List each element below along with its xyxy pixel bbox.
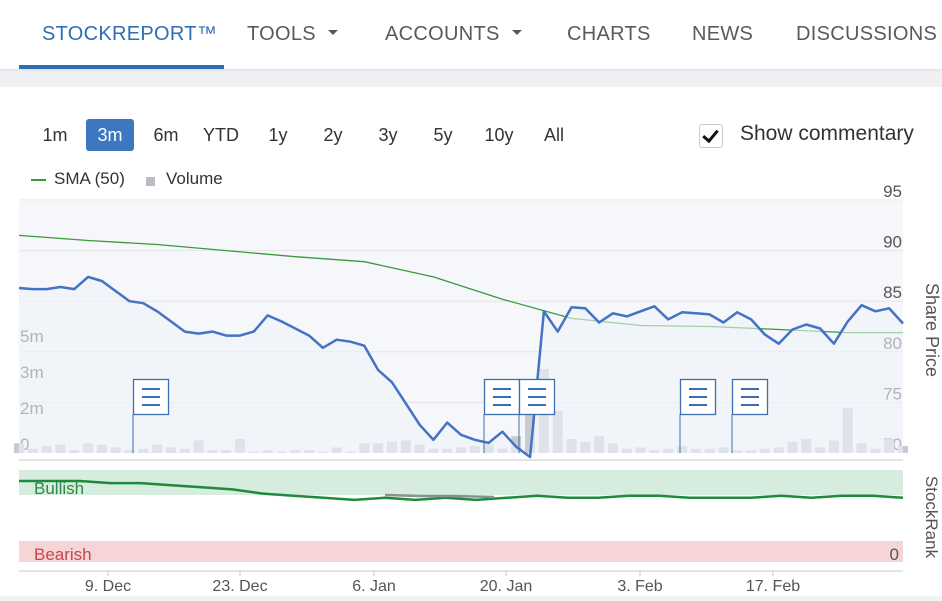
x-tick-label: 17. Feb <box>746 578 800 595</box>
x-tick-label: 23. Dec <box>212 578 267 595</box>
price-tick-label: 95 <box>883 182 902 201</box>
bearish-label: Bearish <box>34 545 92 564</box>
x-tick-label: 6. Jan <box>352 578 396 595</box>
stockrank-axis-title: StockRank <box>922 476 941 559</box>
price-axis-title: Share Price <box>922 283 942 377</box>
stockrank-dip <box>384 493 495 499</box>
bearish-band <box>19 541 903 562</box>
price-tick-label: 90 <box>883 233 902 252</box>
x-tick-label: 20. Jan <box>480 578 532 595</box>
stockrank-zero-label: 0 <box>890 545 899 564</box>
price-chart: 70758085909502m3m5mShare PriceStockRankB… <box>14 182 942 595</box>
navigator-scrollbar[interactable] <box>0 596 942 601</box>
x-tick-label: 3. Feb <box>617 578 662 595</box>
bullish-band <box>19 470 903 495</box>
x-tick-label: 9. Dec <box>85 578 131 595</box>
price-tick-label: 85 <box>883 283 902 302</box>
